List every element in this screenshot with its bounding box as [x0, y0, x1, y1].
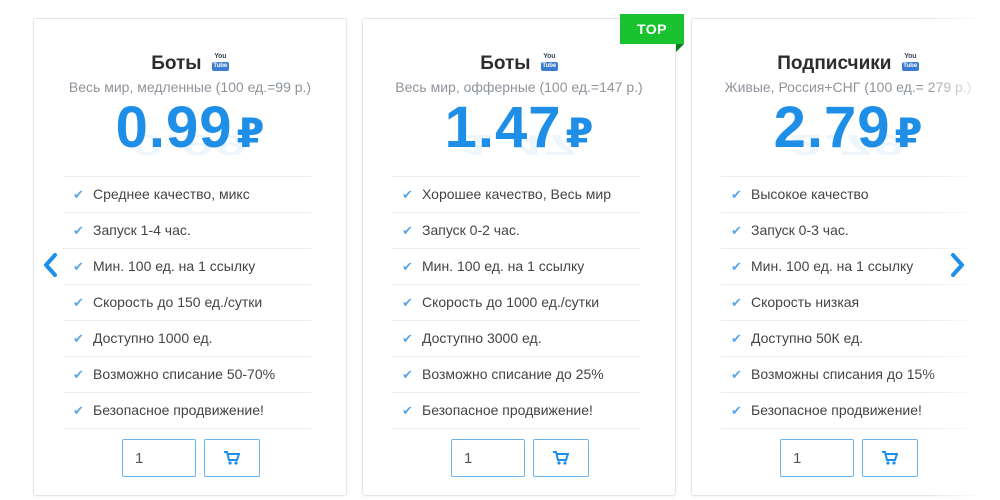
check-icon: ✔: [402, 259, 413, 274]
feature-item: ✔ Хорошее качество, Весь мир: [392, 177, 640, 213]
check-icon: ✔: [73, 259, 84, 274]
check-icon: ✔: [73, 295, 84, 310]
feature-item: ✔ Безопасное продвижение!: [721, 393, 969, 429]
feature-list: ✔ Высокое качество ✔ Запуск 0-3 час. ✔ Мин.…: [721, 176, 969, 429]
check-icon: ✔: [731, 187, 742, 202]
chevron-right-icon: [951, 253, 964, 277]
quantity-input[interactable]: [451, 439, 525, 477]
ribbon-fold: [676, 44, 684, 52]
check-icon: ✔: [402, 367, 413, 382]
youtube-icon: You Tube: [211, 53, 229, 71]
feature-list: ✔ Хорошее качество, Весь мир ✔ Запуск 0-2 …: [392, 176, 640, 429]
feature-item: ✔ Возможно списание до 25%: [392, 357, 640, 393]
feature-item: ✔ Безопасное продвижение!: [392, 393, 640, 429]
price-reflection: 0.99: [131, 128, 249, 162]
cart-icon: [553, 451, 569, 465]
youtube-icon: You Tube: [540, 53, 558, 71]
check-icon: ✔: [402, 331, 413, 346]
check-icon: ✔: [402, 295, 413, 310]
pricing-card-bots-slow: Боты You Tube Весь мир, медленные (100 е…: [33, 18, 347, 496]
check-icon: ✔: [402, 187, 413, 202]
check-icon: ✔: [73, 403, 84, 418]
card-subtitle: Живые, Россия+СНГ (100 ед.= 279 р.): [724, 79, 972, 95]
feature-item: ✔ Возможны списания до 15%: [721, 357, 969, 393]
feature-item: ✔ Мин. 100 ед. на 1 ссылку: [721, 249, 969, 285]
feature-item: ✔ Запуск 0-3 час.: [721, 213, 969, 249]
check-icon: ✔: [731, 367, 742, 382]
card-title: Боты You Tube: [363, 53, 675, 75]
quantity-input[interactable]: [122, 439, 196, 477]
feature-item: ✔ Мин. 100 ед. на 1 ссылку: [392, 249, 640, 285]
check-icon: ✔: [731, 403, 742, 418]
feature-item: ✔ Доступно 3000 ед.: [392, 321, 640, 357]
quantity-input[interactable]: [780, 439, 854, 477]
check-icon: ✔: [731, 223, 742, 238]
card-title: Подписчики You Tube: [692, 53, 1000, 75]
feature-item: ✔ Доступно 50К ед.: [721, 321, 969, 357]
carousel-next-button[interactable]: [946, 250, 968, 280]
check-icon: ✔: [402, 223, 413, 238]
feature-item: ✔ Мин. 100 ед. на 1 ссылку: [63, 249, 311, 285]
add-to-cart-button[interactable]: [204, 439, 260, 477]
feature-item: ✔ Скорость до 150 ед./сутки: [63, 285, 311, 321]
youtube-icon: You Tube: [901, 53, 919, 71]
feature-item: ✔ Скорость до 1000 ед./сутки: [392, 285, 640, 321]
pricing-card-bots-offer: Боты You Tube Весь мир, офферные (100 ед…: [362, 18, 676, 496]
price-reflection: 2.79: [789, 128, 907, 162]
card-subtitle: Весь мир, офферные (100 ед.=147 р.): [395, 79, 643, 95]
check-icon: ✔: [731, 259, 742, 274]
feature-item: ✔ Возможно списание 50-70%: [63, 357, 311, 393]
feature-item: ✔ Запуск 0-2 час.: [392, 213, 640, 249]
check-icon: ✔: [73, 331, 84, 346]
check-icon: ✔: [73, 367, 84, 382]
feature-item: ✔ Высокое качество: [721, 177, 969, 213]
check-icon: ✔: [73, 187, 84, 202]
check-icon: ✔: [402, 403, 413, 418]
feature-item: ✔ Безопасное продвижение!: [63, 393, 311, 429]
top-ribbon: TOP: [620, 14, 684, 44]
feature-item: ✔ Среднее качество, микс: [63, 177, 311, 213]
check-icon: ✔: [731, 295, 742, 310]
price-reflection: 1.47: [460, 128, 578, 162]
feature-item: ✔ Доступно 1000 ед.: [63, 321, 311, 357]
card-title-text: Боты: [480, 53, 531, 74]
feature-item: ✔ Запуск 1-4 час.: [63, 213, 311, 249]
add-to-cart-button[interactable]: [862, 439, 918, 477]
card-title: Боты You Tube: [34, 53, 346, 75]
feature-item: ✔ Скорость низкая: [721, 285, 969, 321]
check-icon: ✔: [731, 331, 742, 346]
carousel-prev-button[interactable]: [40, 250, 62, 280]
pricing-carousel: Боты You Tube Весь мир, медленные (100 е…: [0, 0, 1000, 500]
card-title-text: Подписчики: [777, 53, 892, 74]
cart-icon: [882, 451, 898, 465]
card-title-text: Боты: [151, 53, 202, 74]
chevron-left-icon: [44, 253, 57, 277]
cart-icon: [224, 451, 240, 465]
left-fade-overlay: [0, 0, 30, 500]
card-subtitle: Весь мир, медленные (100 ед.=99 р.): [68, 79, 312, 95]
check-icon: ✔: [73, 223, 84, 238]
feature-list: ✔ Среднее качество, микс ✔ Запуск 1-4 час.…: [63, 176, 311, 429]
add-to-cart-button[interactable]: [533, 439, 589, 477]
